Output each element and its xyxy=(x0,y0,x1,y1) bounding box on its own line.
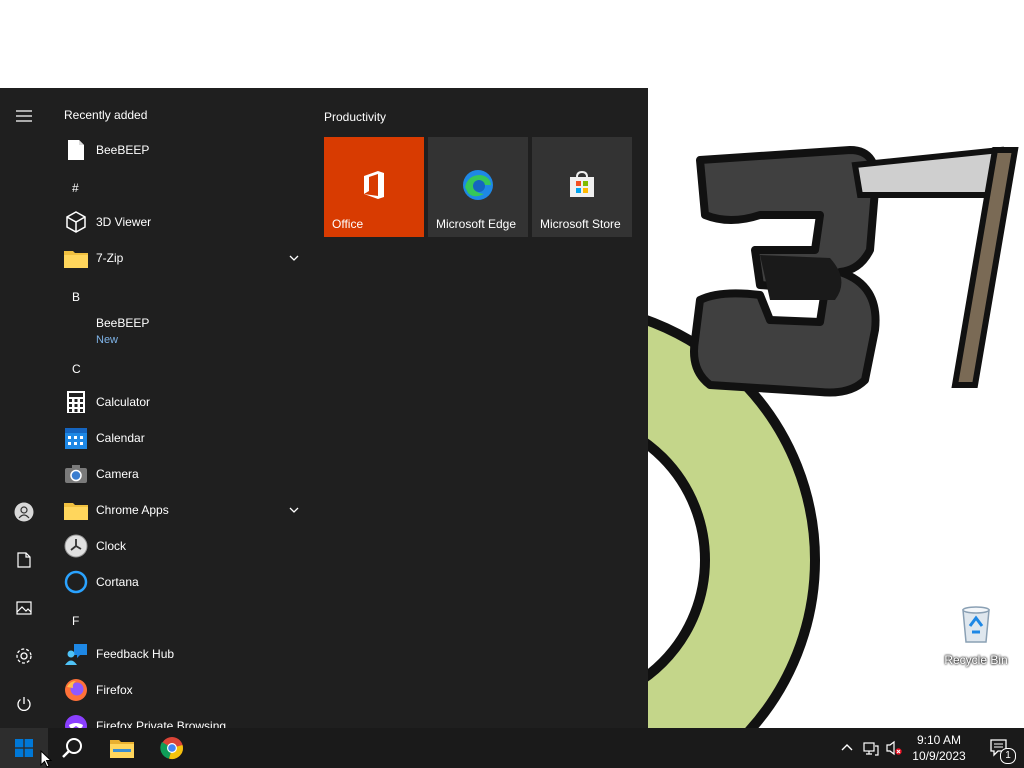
start-rail xyxy=(0,88,48,728)
app-item-cortana[interactable]: Cortana xyxy=(48,564,304,600)
cortana-icon xyxy=(64,570,88,594)
app-item-firefox[interactable]: Firefox xyxy=(48,672,304,708)
documents-icon xyxy=(17,552,31,568)
expand-menu-button[interactable] xyxy=(0,96,48,136)
pictures-button[interactable] xyxy=(0,588,48,628)
start-menu: Recently added BeeBEEP # 3D Viewer 7-Zip… xyxy=(0,88,648,728)
firefox-icon xyxy=(64,678,88,702)
folder-icon xyxy=(64,246,88,270)
recycle-bin-label: Recycle Bin xyxy=(944,653,1008,667)
app-item-7zip[interactable]: 7-Zip xyxy=(48,240,304,276)
cube-icon xyxy=(64,210,88,234)
clock-icon xyxy=(64,534,88,558)
tile-group-title[interactable]: Productivity xyxy=(324,110,386,124)
chrome-icon xyxy=(160,737,183,759)
mouse-cursor xyxy=(40,750,52,768)
app-item-chrome-apps[interactable]: Chrome Apps xyxy=(48,492,304,528)
tile-microsoft-store[interactable]: Microsoft Store xyxy=(532,137,632,237)
user-account-button[interactable] xyxy=(0,492,48,532)
camera-icon xyxy=(64,462,88,486)
clock-time: 9:10 AM xyxy=(916,733,962,747)
file-explorer-icon xyxy=(110,740,134,758)
power-icon xyxy=(17,697,31,711)
folder-icon xyxy=(64,498,88,522)
store-icon xyxy=(570,170,594,197)
app-item-camera[interactable]: Camera xyxy=(48,456,304,492)
volume-muted-icon[interactable] xyxy=(886,740,902,756)
power-button[interactable] xyxy=(0,684,48,724)
notification-count-badge: 1 xyxy=(1000,748,1016,764)
calculator-icon xyxy=(64,390,88,414)
network-icon[interactable] xyxy=(863,740,879,756)
pictures-icon xyxy=(16,601,32,615)
app-item-3d-viewer[interactable]: 3D Viewer xyxy=(48,204,304,240)
windows-logo-icon xyxy=(15,739,33,757)
app-item-beebeep[interactable]: BeeBEEP New xyxy=(48,310,304,350)
recently-added-header: Recently added xyxy=(64,108,148,122)
letter-header-b[interactable]: B xyxy=(72,290,80,304)
file-explorer-button[interactable] xyxy=(98,728,146,768)
feedback-icon xyxy=(64,642,88,666)
app-item-clock[interactable]: Clock xyxy=(48,528,304,564)
app-list: Recently added BeeBEEP # 3D Viewer 7-Zip… xyxy=(48,88,312,728)
calendar-icon xyxy=(64,426,88,450)
letter-header-hash[interactable]: # xyxy=(72,181,79,195)
chevron-down-icon xyxy=(289,255,299,261)
search-icon xyxy=(62,738,82,758)
app-item-calculator[interactable]: Calculator xyxy=(48,384,304,420)
app-item-calendar[interactable]: Calendar xyxy=(48,420,304,456)
edge-icon xyxy=(463,170,493,200)
app-item-beebeep-recent[interactable]: BeeBEEP xyxy=(48,132,304,168)
app-item-feedback-hub[interactable]: Feedback Hub xyxy=(48,636,304,672)
chevron-down-icon xyxy=(289,507,299,513)
settings-button[interactable] xyxy=(0,636,48,676)
firefox-private-icon xyxy=(64,714,88,728)
office-icon xyxy=(364,171,384,199)
clock-date: 10/9/2023 xyxy=(912,749,966,763)
letter-header-c[interactable]: C xyxy=(72,362,81,376)
user-icon xyxy=(14,502,34,522)
recycle-bin[interactable]: Recycle Bin xyxy=(940,602,1012,667)
search-button[interactable] xyxy=(48,728,96,768)
tiles-area: Productivity Office Microsoft Edge Micro… xyxy=(312,88,648,728)
recycle-bin-icon xyxy=(962,606,990,643)
tile-office[interactable]: Office xyxy=(324,137,424,237)
settings-icon xyxy=(16,648,32,664)
taskbar-clock[interactable]: 9:10 AM 10/9/2023 xyxy=(904,732,974,764)
document-icon xyxy=(64,138,88,162)
action-center-button[interactable]: 1 xyxy=(976,728,1024,768)
documents-button[interactable] xyxy=(0,540,48,580)
chrome-button[interactable] xyxy=(148,728,196,768)
show-hidden-icons-chevron-icon[interactable] xyxy=(839,740,855,756)
tile-microsoft-edge[interactable]: Microsoft Edge xyxy=(428,137,528,237)
taskbar: 9:10 AM 10/9/2023 1 xyxy=(0,728,1024,768)
new-badge: New xyxy=(96,334,119,346)
letter-header-f[interactable]: F xyxy=(72,614,79,628)
hamburger-icon xyxy=(16,110,32,122)
app-item-firefox-private[interactable]: Firefox Private Browsing xyxy=(48,708,304,728)
